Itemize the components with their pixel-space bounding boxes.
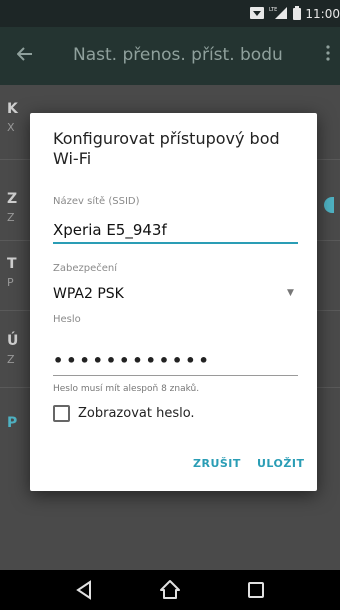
show-password-label[interactable]: Zobrazovat heslo.	[78, 406, 195, 421]
list-item-subtitle: Z	[7, 211, 15, 224]
cancel-button[interactable]: ZRUŠIT	[193, 457, 241, 470]
status-icons: LTE 11:00	[249, 4, 340, 24]
password-input-underline	[53, 375, 298, 376]
ssid-input[interactable]: Xperia E5_943f	[53, 221, 167, 239]
network-type-label: LTE	[269, 7, 277, 13]
toggle-switch	[324, 197, 334, 213]
action-bar: Nast. přenos. příst. bodu	[0, 27, 340, 85]
page-title: Nast. přenos. příst. bodu	[73, 45, 283, 65]
security-select[interactable]: WPA2 PSK	[53, 286, 124, 302]
home-icon[interactable]	[158, 578, 182, 602]
list-item-title: Ú	[7, 333, 19, 349]
list-item-subtitle: P	[7, 276, 14, 289]
battery-icon	[293, 5, 302, 24]
list-item-subtitle: X	[7, 121, 15, 134]
recents-icon[interactable]	[244, 578, 268, 602]
status-time: 11:00	[305, 7, 340, 21]
list-item-title: T	[7, 256, 17, 272]
show-password-checkbox[interactable]	[53, 405, 70, 422]
arrow-left-icon[interactable]	[16, 43, 33, 68]
wifi-hotspot-icon	[249, 5, 265, 24]
list-item-title: K	[7, 101, 18, 117]
ssid-input-underline	[53, 242, 298, 244]
configure-hotspot-dialog: Konfigurovat přístupový bod Wi-Fi Název …	[30, 113, 317, 491]
ssid-label: Název sítě (SSID)	[53, 196, 140, 207]
more-vert-icon[interactable]	[326, 45, 330, 66]
security-label: Zabezpečení	[53, 263, 117, 274]
caret-down-icon[interactable]: ▼	[287, 288, 294, 298]
list-item-subtitle: Z	[7, 353, 15, 366]
password-label: Heslo	[53, 314, 81, 325]
dialog-title: Konfigurovat přístupový bod Wi-Fi	[53, 129, 280, 168]
signal-icon: LTE	[269, 5, 289, 24]
save-button[interactable]: ULOŽIT	[257, 457, 304, 470]
password-input[interactable]: ••••••••••••	[53, 351, 212, 370]
back-icon[interactable]	[72, 578, 96, 602]
navigation-bar	[0, 570, 340, 610]
status-bar: LTE 11:00	[0, 0, 340, 27]
list-item-title: P	[7, 415, 18, 431]
password-hint: Heslo musí mít alespoň 8 znaků.	[53, 384, 200, 394]
list-item-title: Z	[7, 191, 18, 207]
show-password-row[interactable]: Zobrazovat heslo.	[53, 405, 195, 422]
